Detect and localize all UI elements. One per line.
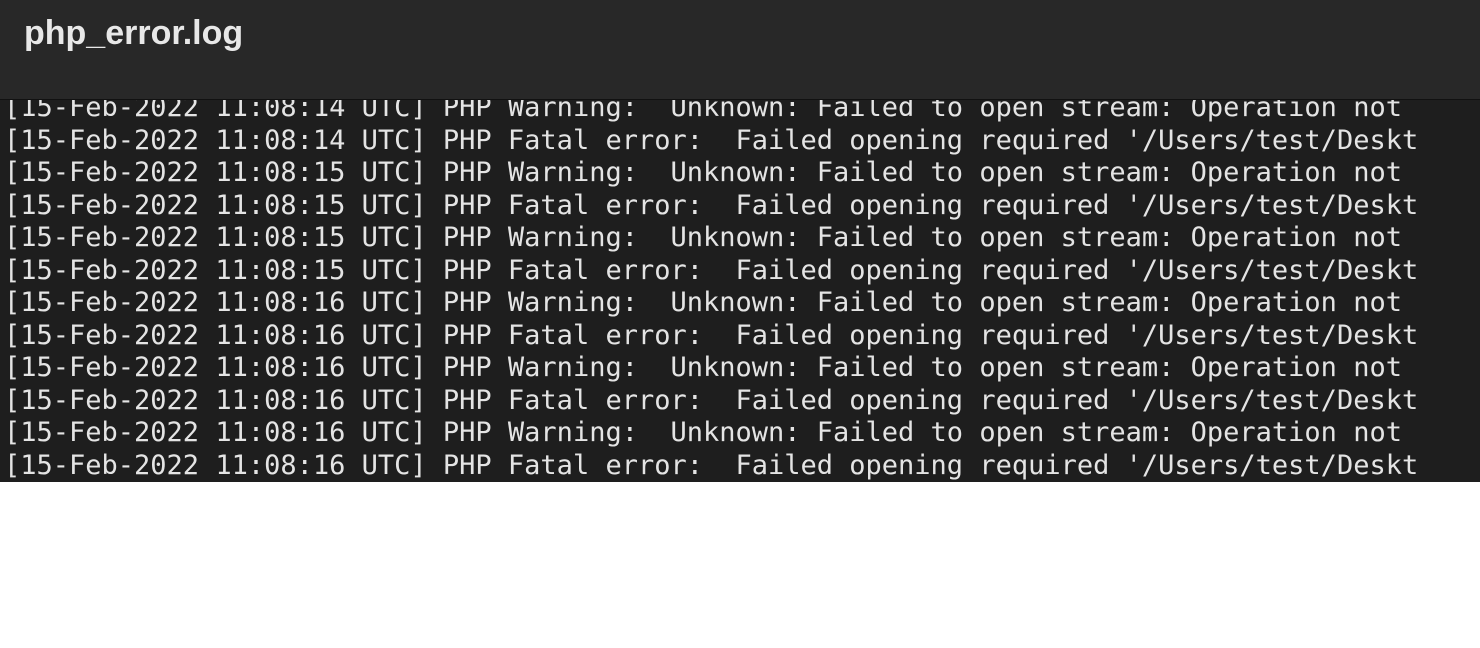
log-line: [15-Feb-2022 11:08:16 UTC] PHP Fatal err…: [4, 319, 1419, 351]
log-line: [15-Feb-2022 11:08:15 UTC] PHP Warning: …: [4, 222, 1402, 253]
log-line: [15-Feb-2022 11:08:14 UTC] PHP Fatal err…: [4, 124, 1419, 156]
log-lines: [15-Feb-2022 11:08:14 UTC] PHP Warning: …: [4, 92, 1418, 482]
title-bar: php_error.log: [0, 0, 1480, 100]
log-line: [15-Feb-2022 11:08:15 UTC] PHP Warning: …: [4, 157, 1402, 188]
log-viewer-window: php_error.log [15-Feb-2022 11:08:14 UTC]…: [0, 0, 1480, 482]
log-line: [15-Feb-2022 11:08:15 UTC] PHP Fatal err…: [4, 189, 1419, 221]
log-line: [15-Feb-2022 11:08:16 UTC] PHP Warning: …: [4, 352, 1402, 383]
log-line: [15-Feb-2022 11:08:15 UTC] PHP Fatal err…: [4, 254, 1419, 286]
log-line: [15-Feb-2022 11:08:16 UTC] PHP Fatal err…: [4, 449, 1419, 481]
window-title: php_error.log: [24, 14, 244, 52]
log-line: [15-Feb-2022 11:08:16 UTC] PHP Warning: …: [4, 287, 1402, 318]
log-line: [15-Feb-2022 11:08:16 UTC] PHP Fatal err…: [4, 384, 1419, 416]
log-content-area[interactable]: [15-Feb-2022 11:08:14 UTC] PHP Warning: …: [0, 92, 1480, 482]
log-line: [15-Feb-2022 11:08:16 UTC] PHP Warning: …: [4, 417, 1402, 448]
